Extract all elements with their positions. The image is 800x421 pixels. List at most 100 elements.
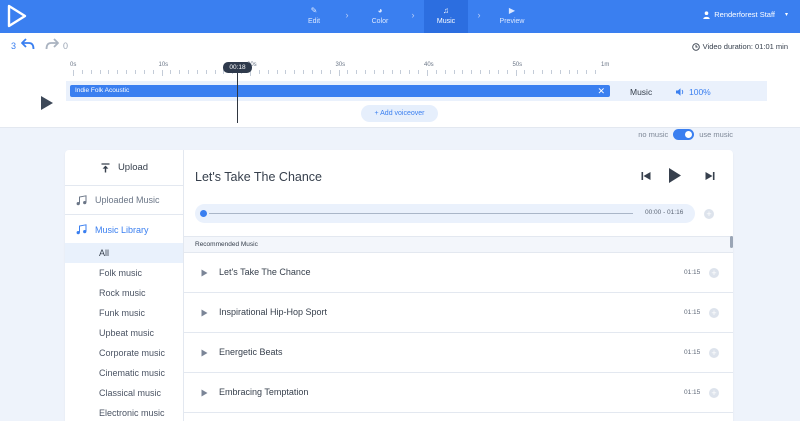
chevron-right-icon: › <box>345 10 349 20</box>
song-row[interactable]: Energetic Beats 01:15 + <box>184 333 733 373</box>
redo-icon[interactable] <box>45 38 59 50</box>
ruler-tick-mark <box>196 70 198 74</box>
category-funk[interactable]: Funk music <box>65 303 183 323</box>
play-button[interactable] <box>668 167 682 184</box>
ruler-tick-mark <box>188 70 190 74</box>
ruler-tick-mark <box>108 70 110 74</box>
step-music[interactable]: ♫ Music <box>424 0 468 33</box>
step-edit[interactable]: ✎ Edit <box>292 0 336 33</box>
ruler-tick-mark <box>462 70 464 74</box>
ruler-tick-mark <box>559 70 561 74</box>
upload-icon <box>101 162 110 172</box>
ruler-tick-mark <box>488 70 490 74</box>
pencil-icon: ✎ <box>310 6 318 15</box>
song-row[interactable]: Inspirational Hip-Hop Sport 01:15 + <box>184 293 733 333</box>
category-rock[interactable]: Rock music <box>65 283 183 303</box>
add-voiceover-button[interactable]: + Add voiceover <box>361 105 438 122</box>
ruler-tick-mark <box>303 70 305 74</box>
ruler-tick-mark <box>311 70 313 74</box>
volume-control[interactable]: 100% <box>676 87 711 97</box>
add-song-icon[interactable]: + <box>709 308 719 318</box>
user-menu[interactable]: Renderforest Staff ▾ <box>703 10 788 19</box>
music-track[interactable]: Indie Folk Acoustic ✕ <box>70 85 610 97</box>
step-color[interactable]: ◕ Color <box>358 0 402 33</box>
song-row[interactable]: Let's Take The Chance 01:15 + <box>184 253 733 293</box>
ruler-tick-mark <box>497 70 499 74</box>
use-music-label: use music <box>699 130 733 139</box>
undo-icon[interactable] <box>21 38 35 50</box>
palette-icon: ◕ <box>377 6 383 15</box>
ruler-tick-mark <box>435 70 437 74</box>
ruler-tick-mark <box>99 70 101 74</box>
category-electronic[interactable]: Electronic music <box>65 403 183 421</box>
play-icon: ▶ <box>508 6 516 15</box>
playhead-time[interactable]: 00:18 <box>223 62 252 73</box>
song-name: Energetic Beats <box>219 347 283 357</box>
ruler-tick-mark <box>427 70 428 76</box>
add-song-icon[interactable]: + <box>709 268 719 278</box>
step-label: Edit <box>307 18 321 25</box>
ruler-tick-mark <box>329 70 331 74</box>
previous-track-button[interactable] <box>641 171 651 181</box>
ruler-tick-mark <box>444 70 446 74</box>
step-preview[interactable]: ▶ Preview <box>490 0 534 33</box>
progress-track <box>209 213 633 214</box>
ruler-tick-label: 30s <box>335 62 346 68</box>
next-track-button[interactable] <box>705 171 715 181</box>
music-library-label: Music Library <box>95 224 149 235</box>
category-classical[interactable]: Classical music <box>65 383 183 403</box>
ruler-tick-mark <box>542 70 544 74</box>
sidebar-item-uploaded-music[interactable]: Uploaded Music <box>65 186 184 215</box>
ruler-tick-mark <box>595 70 597 74</box>
ruler-tick-mark <box>170 70 172 74</box>
renderforest-logo[interactable] <box>6 4 28 28</box>
play-icon[interactable] <box>201 389 208 397</box>
ruler-tick-mark <box>365 70 367 74</box>
play-icon[interactable] <box>201 269 208 277</box>
category-cinematic[interactable]: Cinematic music <box>65 363 183 383</box>
ruler-tick-mark <box>586 70 588 74</box>
play-timeline-button[interactable] <box>40 95 54 111</box>
close-icon[interactable]: ✕ <box>597 85 605 97</box>
timeline-ruler[interactable]: 0s10s20s30s40s50s1m <box>70 62 773 76</box>
add-song-icon[interactable]: + <box>704 209 714 219</box>
undo-count: 3 <box>11 41 17 51</box>
play-icon[interactable] <box>201 309 208 317</box>
category-corporate[interactable]: Corporate music <box>65 343 183 363</box>
song-duration: 01:15 <box>684 349 701 356</box>
music-panel: Upload Uploaded Music Music Library All … <box>65 150 733 421</box>
ruler-tick-mark <box>480 70 482 74</box>
category-all[interactable]: All <box>65 243 183 263</box>
song-duration: 01:15 <box>684 269 701 276</box>
music-toggle: no music use music <box>638 128 733 141</box>
uploaded-music-label: Uploaded Music <box>95 195 160 205</box>
category-folk[interactable]: Folk music <box>65 263 183 283</box>
user-icon <box>703 10 710 19</box>
ruler-tick-mark <box>90 70 92 74</box>
ruler-tick-mark <box>267 70 269 74</box>
play-icon[interactable] <box>201 349 208 357</box>
wizard-steps: ✎ Edit › ◕ Color › ♫ Music › ▶ Preview <box>292 0 534 33</box>
list-scrollbar[interactable] <box>730 236 733 248</box>
add-song-icon[interactable]: + <box>709 348 719 358</box>
add-song-icon[interactable]: + <box>709 388 719 398</box>
category-upbeat[interactable]: Upbeat music <box>65 323 183 343</box>
playhead-line[interactable] <box>237 69 238 123</box>
ruler-tick-mark <box>161 70 163 76</box>
sidebar-item-music-library[interactable]: Music Library <box>65 215 184 244</box>
ruler-tick-mark <box>533 70 535 74</box>
progress-handle[interactable] <box>200 210 207 217</box>
ruler-tick-mark <box>453 70 455 74</box>
video-duration-text: Video duration: 01:01 min <box>702 42 788 51</box>
upload-button[interactable]: Upload <box>65 150 184 186</box>
song-progress-bar[interactable]: 00:00 - 01:16 <box>195 204 695 223</box>
ruler-tick-label: 1m <box>601 62 610 68</box>
ruler-tick-mark <box>550 70 552 74</box>
ruler-tick-label: 10s <box>158 62 169 68</box>
ruler-tick-mark <box>524 70 526 74</box>
clock-icon <box>691 42 700 51</box>
music-switch[interactable] <box>673 129 695 140</box>
song-name: Embracing Temptation <box>219 387 309 397</box>
ruler-tick-label: 50s <box>512 62 523 68</box>
song-row[interactable]: Embracing Temptation 01:15 + <box>184 373 733 413</box>
